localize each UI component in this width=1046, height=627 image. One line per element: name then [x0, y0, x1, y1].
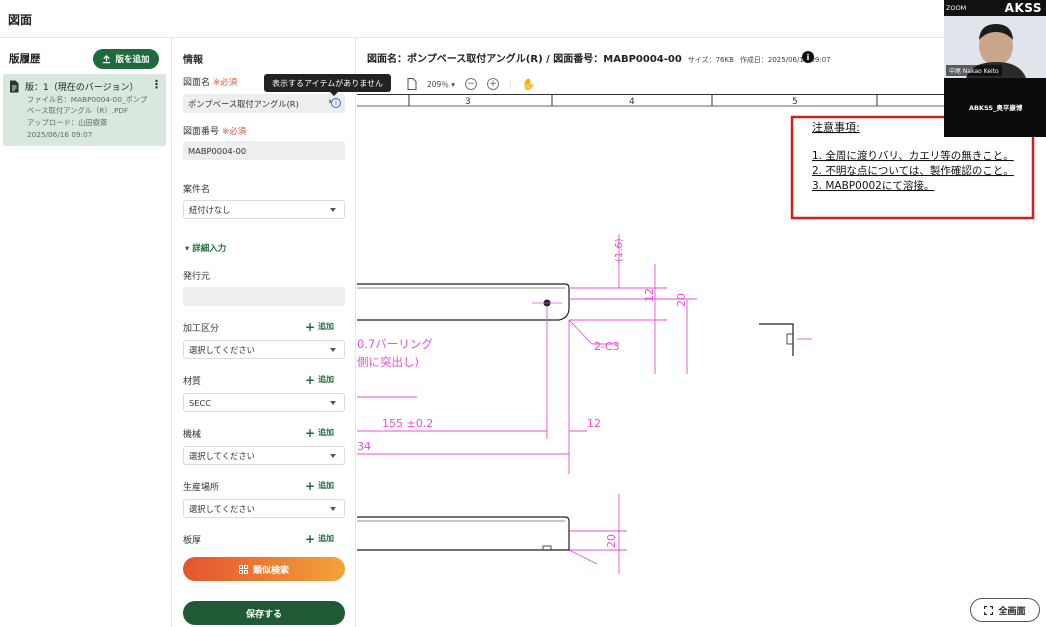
processing-select[interactable]: 選択してください — [183, 340, 345, 359]
caret-down-icon — [330, 454, 336, 458]
note-line: 2. 不明な点については、製作確認のこと。 — [812, 164, 1014, 177]
project-label: 案件名 — [183, 185, 211, 195]
machine-select[interactable]: 選択してください — [183, 446, 345, 465]
processing-add-link[interactable]: + 追加 — [305, 319, 334, 334]
dimension-label: (1.6) — [614, 238, 625, 262]
issuer-field[interactable] — [183, 287, 345, 306]
note-text: 側に突出し) — [357, 355, 419, 369]
app-header: 図面 — [0, 0, 1046, 38]
column-label: 4 — [629, 97, 635, 107]
expand-icon — [984, 605, 994, 615]
upload-icon — [103, 54, 111, 63]
version-uploader: アップロード：山田樹斎 — [27, 118, 108, 127]
viewer-toolbar: 209％ ▾ − + | ✋ — [407, 76, 535, 92]
issuer-label: 発行元 — [183, 272, 211, 282]
version-date: 2025/06/16 09:07 — [27, 130, 93, 139]
column-label: 5 — [792, 97, 798, 107]
caret-down-icon — [330, 507, 336, 511]
video-overlay: ZOOM AKSS 中尾 Nakao Keito ABKSS_奥平康博 — [944, 0, 1046, 137]
tooltip: 表示するアイテムがありません — [264, 74, 391, 96]
part-outline — [357, 516, 570, 551]
machine-add-link[interactable]: + 追加 — [305, 425, 334, 440]
dimension-label: 155 ±0.2 — [382, 417, 433, 430]
part-outline — [357, 283, 570, 321]
zoom-level[interactable]: 209％ ▾ — [427, 79, 455, 90]
plus-icon: + — [305, 531, 316, 546]
version-panel-title: 版履歴 — [9, 53, 41, 65]
zoom-out-icon[interactable]: − — [464, 78, 477, 90]
caret-down-icon — [330, 348, 336, 352]
version-card[interactable]: 版：1（現在のバージョン） ⋮ ファイル名：MABP0004-00_ポンプ ベー… — [3, 74, 166, 146]
detail-input-toggle[interactable]: ▾ 詳細入力 — [185, 242, 226, 254]
drawing-name-field[interactable]: ポンプベース取付アングル(R) › i — [183, 94, 345, 113]
participant-tile: ABKSS_奥平康博 — [944, 78, 1046, 137]
column-label: 3 — [465, 97, 471, 107]
drawing-number-label: 図面番号 ※必須 — [183, 127, 247, 137]
production-site-select[interactable]: 選択してください — [183, 499, 345, 518]
dimension-label: 20 — [675, 293, 688, 307]
material-select[interactable]: SECC — [183, 393, 345, 412]
drawing-name-label: 図面名 ※必須 — [183, 78, 238, 88]
version-name: 版：1（現在のバージョン） — [25, 83, 139, 93]
info-panel-title: 情報 — [183, 55, 203, 66]
dimension-label: 20 — [605, 534, 618, 548]
note-text: 0.7バーリング — [357, 337, 433, 351]
info-icon[interactable]: i — [802, 51, 814, 63]
zoom-in-icon[interactable]: + — [486, 78, 499, 90]
grid-icon — [238, 564, 248, 574]
info-circle-icon[interactable]: i — [331, 98, 341, 108]
thickness-label: 板厚 — [183, 536, 202, 546]
material-label: 材質 — [183, 377, 202, 387]
add-version-button[interactable]: 版を追加 — [93, 49, 159, 69]
processing-label: 加工区分 — [183, 324, 220, 334]
side-view-outline — [759, 323, 794, 356]
drawing-number-field[interactable]: MABP0004-00 — [183, 141, 345, 160]
production-site-label: 生産場所 — [183, 483, 220, 493]
drawing-canvas[interactable]: 3 4 5 注意事項: 1. 全周に渡りバリ、カエリ等の無きこと。 2. 不明な… — [357, 94, 1046, 627]
drawing-viewer: 図面名：ポンプベース取付アングル(R) / 図面番号：MABP0004-00 サイ… — [357, 38, 1046, 627]
version-panel: 版履歴 版を追加 版：1（現在のバージョン） ⋮ ファイル名：MABP0004-… — [0, 38, 172, 627]
project-select[interactable]: 紐付けなし — [183, 200, 345, 219]
production-site-add-link[interactable]: + 追加 — [305, 478, 334, 493]
viewer-header: 図面名：ポンプベース取付アングル(R) / 図面番号：MABP0004-00 サイ… — [367, 54, 831, 65]
note-line: 1. 全周に渡りバリ、カエリ等の無きこと。 — [812, 149, 1014, 162]
info-panel: 情報 図面名 ※必須 表示するアイテムがありません ポンプベース取付アングル(R)… — [173, 38, 391, 627]
participant-video: 中尾 Nakao Keito — [944, 16, 1046, 78]
dimension-label: 34 — [357, 440, 371, 453]
material-add-link[interactable]: + 追加 — [305, 372, 334, 387]
plus-icon: + — [305, 319, 316, 334]
plus-icon: + — [305, 478, 316, 493]
app-title: 図面 — [8, 13, 33, 27]
fullscreen-button[interactable]: 全画面 — [970, 598, 1040, 622]
notes-title: 注意事項: — [812, 120, 860, 134]
dimension-label: 12 — [643, 288, 656, 302]
similar-search-button[interactable]: 類似検索 — [183, 557, 345, 581]
add-version-label: 版を追加 — [115, 55, 150, 65]
document-icon — [10, 80, 19, 93]
version-file-line1: ファイル名：MABP0004-00_ポンプ — [27, 95, 148, 104]
hand-pan-icon[interactable]: ✋ — [522, 78, 536, 91]
video-overlay-bar: ZOOM AKSS — [944, 0, 1046, 16]
note-line: 3. MABP0002にて溶接。 — [812, 179, 934, 192]
save-button[interactable]: 保存する — [183, 601, 345, 625]
plus-icon: + — [305, 372, 316, 387]
plus-icon: + — [305, 425, 316, 440]
page-icon[interactable] — [407, 78, 417, 90]
machine-label: 機械 — [183, 430, 202, 440]
dimension-label: 12 — [587, 417, 601, 430]
thickness-add-link[interactable]: + 追加 — [305, 531, 334, 546]
caret-down-icon — [330, 401, 336, 405]
dimension-label: 2-C3 — [594, 340, 620, 353]
more-options-icon[interactable]: ⋮ — [151, 79, 162, 90]
caret-down-icon — [330, 208, 336, 212]
version-file-line2: ベース取付アングル（R）.PDF — [27, 106, 129, 115]
